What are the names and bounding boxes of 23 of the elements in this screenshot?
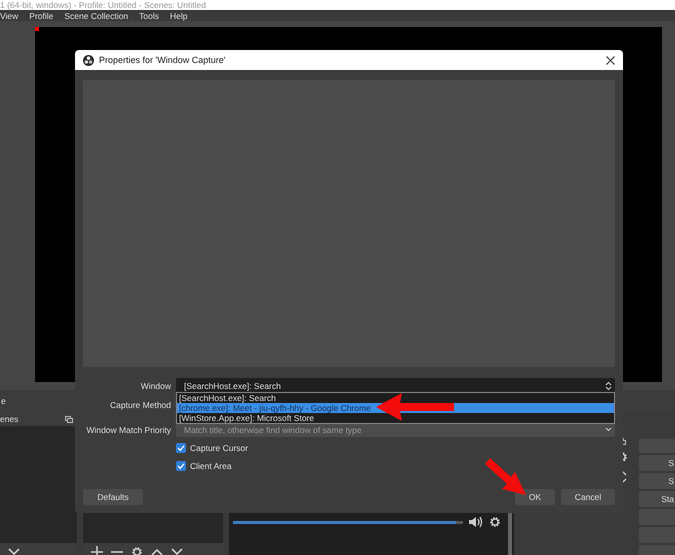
dropdown-option[interactable]: [SearchHost.exe]: Search [177, 393, 614, 403]
field-label: Capture Method [109, 400, 171, 410]
ok-button[interactable]: OK [515, 489, 555, 505]
dock-title: enes [0, 414, 18, 424]
field-label: Window Match Priority [85, 424, 171, 434]
dock-title: e [1, 396, 6, 406]
dropdown-option[interactable]: [WinStore.App.exe]: Microsoft Store [177, 413, 614, 423]
cancel-button[interactable]: Cancel [561, 489, 615, 505]
dropdown[interactable]: [SearchHost.exe]: Search [176, 378, 615, 393]
checkbox-label: Client Area [190, 461, 232, 471]
menu-item[interactable]: Tools [139, 11, 160, 21]
menu-item[interactable]: Scene Collection [64, 11, 128, 21]
checkbox-label: Capture Cursor [190, 443, 248, 453]
dialog-title: Properties for 'Window Capture' [99, 55, 226, 65]
menu-item[interactable]: Help [170, 11, 188, 21]
control-button[interactable]: S [639, 473, 675, 489]
field-label: Window [140, 380, 171, 390]
window-title: 1 (64-bit, windows) - Profile: Untitled - Scenes: Untitled [0, 0, 206, 10]
defaults-button[interactable]: Defaults [83, 489, 143, 505]
menu-item[interactable]: Profile [29, 11, 54, 21]
control-button[interactable]: S [639, 455, 675, 471]
control-button[interactable]: Sta [639, 491, 675, 507]
menu-item[interactable]: View [0, 11, 18, 21]
